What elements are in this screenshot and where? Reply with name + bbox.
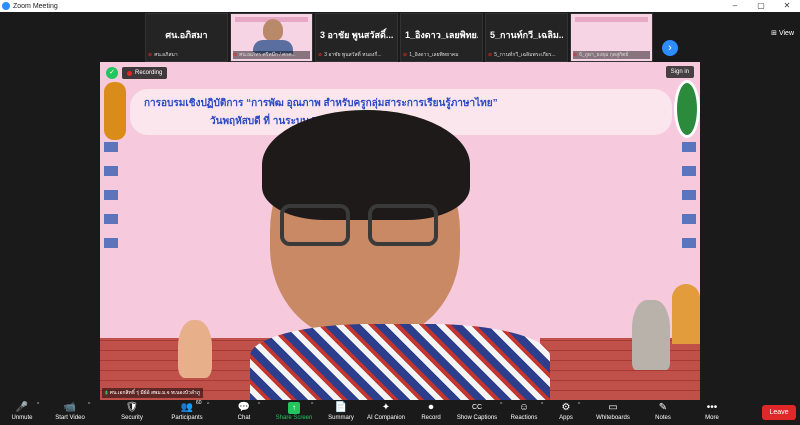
participant-name: 3 อาชัย พูนสวัสดิ์...	[320, 30, 393, 40]
whiteboards-button[interactable]: ▭ Whiteboards	[593, 402, 633, 422]
cartoon-character-right	[632, 300, 670, 370]
pattern-decoration-left	[104, 142, 118, 262]
summary-icon: 📄	[334, 402, 348, 413]
close-button[interactable]: ✕	[774, 0, 800, 12]
sign-in-button[interactable]: Sign in	[665, 66, 694, 78]
participant-tile[interactable]: 3 อาชัย พูนสวัสดิ์... ⊘ 3 อาชัย พูนสวัสดิ…	[315, 13, 398, 62]
speaker-name-label: ▮ ศน.เอกสิทธิ์ รุ่ มีผ้อ้ สพม.ม.จ ทเนองบั…	[102, 388, 204, 398]
recording-indicator[interactable]: Recording	[122, 67, 168, 79]
notes-icon: ✎	[658, 402, 668, 413]
active-speaker-video: การอบรมเชิงปฏิบัติการ “การพัฒ อุณภาพ สำห…	[100, 62, 700, 400]
participant-tile[interactable]: ⊘ 6_ภูผา_ธงธุม กุดสูกิตย์	[570, 13, 653, 62]
shield-icon: 🛡	[125, 402, 139, 413]
participants-options-caret[interactable]: ^	[207, 402, 209, 408]
record-icon: ⏺	[428, 402, 434, 413]
temple-decoration	[672, 284, 700, 344]
participant-footer: ⊘ ศน.อภิสมา	[148, 52, 178, 58]
speaker-shirt	[250, 324, 550, 400]
participant-footer: ⊘ 3 อาชัย พูนสวัสดิ์ หนองกี่...	[318, 52, 382, 58]
muted-mic-icon: ⊘	[488, 52, 493, 58]
video-banner	[575, 17, 648, 22]
meeting-toolbar: 🎤 Unmute ^ 📹 Start Video ^ 🛡 Security 👥 …	[0, 400, 800, 425]
audio-level-icon: ▮	[105, 390, 108, 396]
apps-button[interactable]: ⚙ Apps	[555, 402, 577, 422]
captions-icon: CC	[471, 404, 483, 411]
ai-companion-button[interactable]: ✦ AI Companion	[364, 402, 408, 422]
participant-strip: ศน.อภิสมา ⊘ ศน.อภิสมา ⊘ ศน.ณภัทร ศรีหมึก /…	[0, 12, 800, 62]
next-page-button[interactable]: ›	[662, 40, 678, 56]
more-button[interactable]: ••• More	[700, 402, 724, 422]
participant-name: 1_อิงดาว_เลยพิทย...	[405, 30, 478, 40]
glasses-lens-left	[280, 204, 350, 246]
leave-button[interactable]: Leave	[762, 405, 796, 420]
share-options-caret[interactable]: ^	[311, 402, 313, 408]
reactions-icon: ☺	[518, 402, 530, 413]
participant-name: ศน.อภิสมา	[165, 30, 208, 40]
pattern-decoration-right	[682, 142, 696, 262]
participant-video-face	[263, 19, 283, 41]
start-video-button[interactable]: 📹 Start Video	[52, 402, 88, 422]
record-button[interactable]: ⏺ Record	[418, 402, 444, 422]
participant-footer: ⊘ ศน.ณภัทร ศรีหมึก / ศกศ...	[233, 51, 310, 59]
security-button[interactable]: 🛡 Security	[118, 402, 146, 422]
share-screen-button[interactable]: ↑ Share Screen	[275, 402, 313, 422]
participant-footer: ⊘ 6_ภูผา_ธงธุม กุดสูกิตย์	[573, 51, 650, 59]
muted-mic-icon: ⊘	[233, 52, 238, 58]
participant-footer: ⊘ 5_กานท์กวี_เฉลิมพระเกียร...	[488, 52, 556, 58]
cartoon-character-left	[178, 320, 212, 378]
window-title: Zoom Meeting	[13, 2, 58, 10]
muted-mic-icon: ⊘	[573, 52, 578, 58]
unmute-button[interactable]: 🎤 Unmute	[8, 402, 36, 422]
logo-right	[674, 80, 700, 138]
view-button[interactable]: ⊞ View	[771, 29, 794, 37]
window-controls: – ▢ ✕	[722, 0, 800, 12]
whiteboard-icon: ▭	[608, 402, 618, 413]
participant-name: 5_กานท์กวี_เฉลิม...	[490, 30, 563, 40]
muted-mic-icon: ⊘	[318, 52, 323, 58]
summary-button[interactable]: 📄 Summary	[325, 402, 357, 422]
banner-title: การอบรมเชิงปฏิบัติการ “การพัฒ อุณภาพ สำห…	[144, 98, 498, 109]
share-screen-icon: ↑	[288, 402, 300, 414]
participant-tile[interactable]: ศน.อภิสมา ⊘ ศน.อภิสมา	[145, 13, 228, 62]
participant-tile[interactable]: ⊘ ศน.ณภัทร ศรีหมึก / ศกศ...	[230, 13, 313, 62]
logo-left	[104, 82, 126, 140]
zoom-app-icon	[2, 2, 10, 10]
record-dot-icon	[127, 70, 132, 76]
participant-tile[interactable]: 1_อิงดาว_เลยพิทย... ⊘ 1_อิงดาว_เลยพิทยาคม	[400, 13, 483, 62]
video-off-icon: 📹	[63, 402, 77, 413]
chat-options-caret[interactable]: ^	[258, 402, 260, 408]
show-captions-button[interactable]: CC Show Captions	[455, 402, 499, 422]
minimize-button[interactable]: –	[722, 0, 748, 12]
reactions-options-caret[interactable]: ^	[541, 402, 543, 408]
more-icon: •••	[706, 402, 718, 413]
chat-button[interactable]: 💬 Chat	[232, 402, 256, 422]
reactions-button[interactable]: ☺ Reactions	[508, 402, 540, 422]
maximize-button[interactable]: ▢	[748, 0, 774, 12]
participant-tile[interactable]: 5_กานท์กวี_เฉลิม... ⊘ 5_กานท์กวี_เฉลิมพระ…	[485, 13, 568, 62]
muted-mic-icon: ⊘	[403, 52, 408, 58]
ai-sparkle-icon: ✦	[381, 402, 391, 413]
captions-options-caret[interactable]: ^	[500, 402, 502, 408]
unmute-options-caret[interactable]: ^	[37, 402, 39, 408]
participant-footer: ⊘ 1_อิงดาว_เลยพิทยาคม	[403, 52, 459, 58]
microphone-muted-icon: 🎤	[15, 402, 29, 413]
chat-icon: 💬	[237, 402, 251, 413]
glasses-lens-right	[368, 204, 438, 246]
shield-icon[interactable]: ✓	[106, 67, 118, 79]
video-options-caret[interactable]: ^	[88, 402, 90, 408]
notes-button[interactable]: ✎ Notes	[651, 402, 675, 422]
participant-count: 60	[196, 400, 202, 406]
title-bar: Zoom Meeting – ▢ ✕	[0, 0, 800, 12]
brick-wall-right	[540, 338, 700, 400]
apps-icon: ⚙	[561, 402, 571, 413]
apps-options-caret[interactable]: ^	[578, 402, 580, 408]
muted-mic-icon: ⊘	[148, 52, 153, 58]
